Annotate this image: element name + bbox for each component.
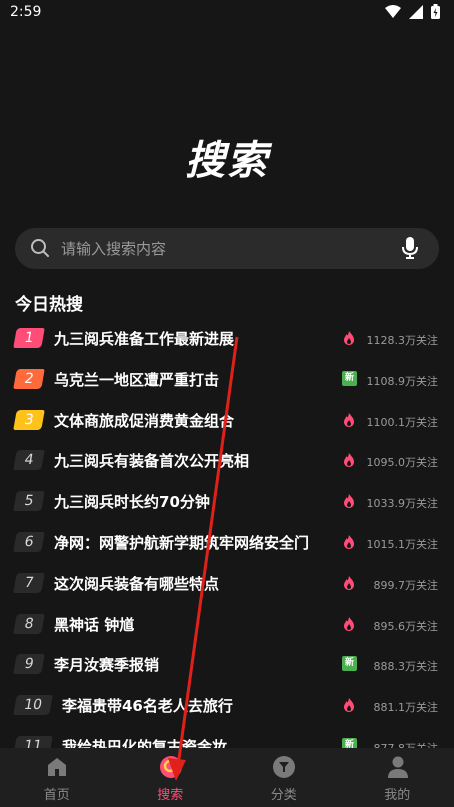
hot-list-item[interactable]: 6 净网：网警护航新学期筑牢网络安全门 1015.1万关注	[0, 522, 454, 563]
nav-label-search: 搜索	[157, 788, 184, 803]
nav-item-profile[interactable]: 我的	[341, 748, 454, 807]
rank-badge: 1	[13, 328, 45, 348]
wifi-icon	[385, 4, 401, 18]
nav-label-category: 分类	[270, 788, 297, 803]
hot-topic-title: 乌克兰一地区遭严重打击	[54, 370, 220, 389]
follow-count: 1095.0万关注	[366, 456, 439, 470]
rank-badge: 6	[13, 531, 45, 552]
rank-badge: 8	[13, 613, 45, 634]
profile-icon	[387, 756, 408, 778]
search-icon	[31, 239, 49, 257]
battery-icon	[431, 4, 440, 19]
hot-flame-icon	[344, 534, 354, 549]
search-icon	[159, 756, 182, 778]
home-icon	[48, 758, 66, 776]
hot-list-item[interactable]: 2 乌克兰一地区遭严重打击 新 1108.9万关注	[0, 359, 454, 400]
hot-topic-title: 九三阅兵有装备首次公开亮相	[54, 452, 250, 471]
follow-count: 1128.3万关注	[366, 334, 439, 347]
hot-list-item[interactable]: 7 这次阅兵装备有哪些特点 899.7万关注	[0, 563, 454, 604]
rank-badge: 2	[13, 368, 45, 389]
nav-label-home: 首页	[43, 788, 70, 803]
new-badge: 新	[342, 370, 357, 386]
hot-topic-title: 李福贵带46名老人去旅行	[62, 697, 233, 716]
status-icons	[385, 4, 440, 19]
hot-topic-title: 九三阅兵准备工作最新进展	[54, 330, 235, 348]
search-bar[interactable]	[15, 228, 439, 269]
nav-item-category[interactable]: 分类	[227, 748, 341, 807]
nav-label-profile: 我的	[384, 788, 411, 803]
hot-flame-icon	[344, 698, 354, 713]
status-bar: 2:59	[0, 0, 454, 26]
rank-badge: 9	[13, 654, 45, 675]
follow-count: 1033.9万关注	[366, 497, 439, 511]
status-time: 2:59	[10, 4, 42, 20]
hot-topic-title: 黑神话 钟馗	[54, 615, 135, 634]
hot-list-item[interactable]: 4 九三阅兵有装备首次公开亮相 1095.0万关注	[0, 440, 454, 481]
hot-list-item[interactable]: 8 黑神话 钟馗 895.6万关注	[0, 604, 454, 645]
follow-count: 881.1万关注	[373, 701, 439, 715]
signal-icon	[409, 4, 423, 19]
hot-flame-icon	[344, 331, 354, 345]
hot-list-item[interactable]: 10 李福贵带46名老人去旅行 881.1万关注	[0, 685, 454, 726]
microphone-icon[interactable]	[402, 237, 418, 259]
hot-list-item[interactable]: 1 九三阅兵准备工作最新进展 1128.3万关注	[0, 318, 454, 359]
hot-topic-title: 九三阅兵时长约70分钟	[54, 493, 210, 512]
section-title-hot-today: 今日热搜	[15, 295, 83, 315]
hot-list-item[interactable]: 9 李月汝赛季报销 新 888.3万关注	[0, 644, 454, 685]
hot-topic-title: 净网：网警护航新学期筑牢网络安全门	[54, 533, 310, 552]
page-title: 搜索	[185, 138, 269, 184]
new-badge: 新	[342, 656, 357, 672]
follow-count: 1015.1万关注	[366, 537, 439, 551]
nav-item-search[interactable]: 搜索	[114, 748, 228, 807]
hot-search-list: 1 九三阅兵准备工作最新进展 1128.3万关注 2 乌克兰一地区遭严重打击新 1108.…	[0, 318, 454, 767]
follow-count: 895.6万关注	[373, 619, 439, 633]
follow-count: 888.3万关注	[373, 660, 439, 674]
follow-count: 899.7万关注	[373, 578, 439, 592]
nav-item-home[interactable]: 首页	[0, 748, 114, 807]
rank-badge: 5	[13, 491, 45, 512]
hot-list-item[interactable]: 3 文体商旅成促消费黄金组合 1100.1万关注	[0, 400, 454, 441]
rank-badge: 10	[13, 695, 53, 716]
hot-list-item[interactable]: 5 九三阅兵时长约70分钟 1033.9万关注	[0, 481, 454, 522]
follow-count: 1108.9万关注	[366, 374, 439, 388]
hot-flame-icon	[344, 412, 354, 427]
rank-badge: 7	[13, 572, 45, 593]
hot-flame-icon	[344, 494, 354, 509]
follow-count: 1100.1万关注	[366, 415, 439, 429]
hot-flame-icon	[344, 575, 354, 590]
rank-badge: 3	[13, 409, 45, 430]
bottom-nav: 首页 搜索 分类 我的	[0, 748, 454, 807]
hot-flame-icon	[344, 453, 354, 468]
hot-flame-icon	[344, 616, 354, 631]
search-input[interactable]	[61, 228, 391, 269]
hot-topic-title: 这次阅兵装备有哪些特点	[54, 574, 220, 593]
rank-badge: 4	[13, 450, 45, 471]
hot-topic-title: 李月汝赛季报销	[54, 656, 160, 675]
category-icon	[273, 756, 295, 778]
hot-topic-title: 文体商旅成促消费黄金组合	[54, 411, 235, 430]
